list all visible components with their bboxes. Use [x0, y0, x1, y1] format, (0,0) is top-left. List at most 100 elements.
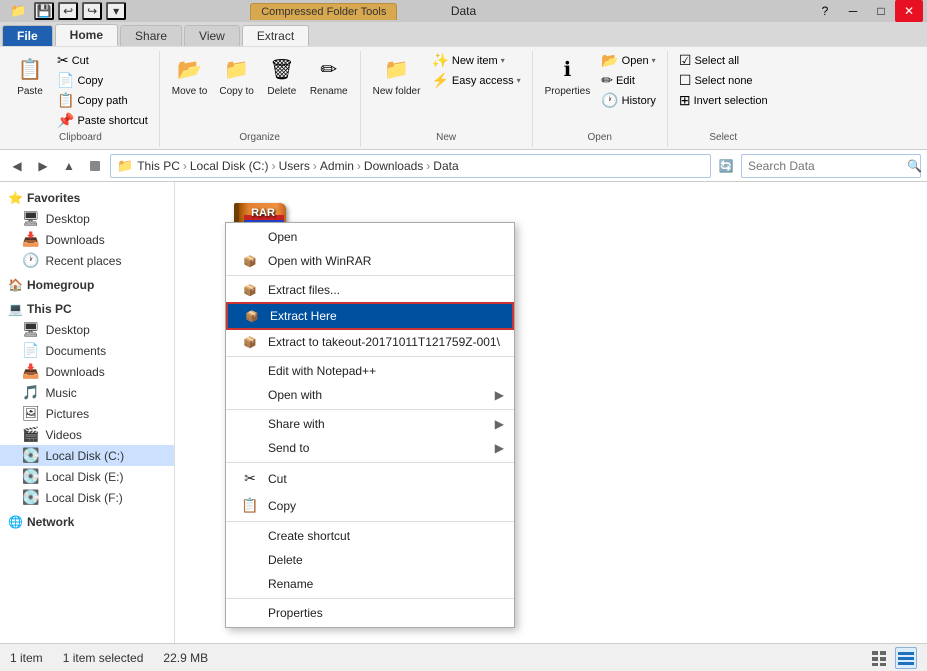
- ctx-sep-5: [226, 521, 514, 522]
- paste-shortcut-button[interactable]: 📌 Paste shortcut: [54, 111, 151, 130]
- delete-button[interactable]: 🗑 Delete: [262, 51, 302, 99]
- detail-view-button[interactable]: [895, 647, 917, 669]
- ctx-open-with-label: Open with: [268, 388, 322, 402]
- cut-icon: ✂: [57, 52, 69, 69]
- sidebar-item-local-disk-c[interactable]: 💽 Local Disk (C:): [0, 445, 174, 466]
- ctx-open-with-arrow: ▶: [495, 388, 504, 402]
- cut-label: Cut: [72, 55, 89, 67]
- open-ribbon-label: Open: [622, 55, 649, 67]
- sidebar-item-desktop-pc[interactable]: 🖥 Desktop: [0, 319, 174, 340]
- move-to-button[interactable]: 📂 Move to: [168, 51, 212, 99]
- sidebar-item-pictures[interactable]: 🖼 Pictures: [0, 403, 174, 424]
- list-view-button[interactable]: [869, 647, 891, 669]
- delete-label: Delete: [267, 86, 296, 97]
- invert-selection-button[interactable]: ⊞ Invert selection: [676, 91, 771, 110]
- ctx-rename[interactable]: Rename: [226, 572, 514, 596]
- local-disk-f-icon: 💽: [22, 489, 39, 506]
- sidebar-item-documents[interactable]: 📄 Documents: [0, 340, 174, 361]
- sidebar-item-local-disk-f[interactable]: 💽 Local Disk (F:): [0, 487, 174, 508]
- ctx-cut[interactable]: ✂ Cut: [226, 465, 514, 492]
- search-input[interactable]: [748, 159, 903, 173]
- sidebar-item-desktop-fav[interactable]: 🖥 Desktop: [0, 208, 174, 229]
- tab-extract[interactable]: Extract: [242, 25, 309, 46]
- ctx-share-with[interactable]: Share with ▶: [226, 412, 514, 436]
- sidebar-item-videos[interactable]: 🎬 Videos: [0, 424, 174, 445]
- path-sep-1: ›: [183, 159, 187, 173]
- ctx-open-winrar[interactable]: 📦 Open with WinRAR: [226, 249, 514, 273]
- forward-button[interactable]: ▶: [32, 155, 54, 177]
- properties-icon: ℹ: [551, 53, 583, 85]
- compressed-folder-tools-tab[interactable]: Compressed Folder Tools: [250, 3, 397, 20]
- sidebar-item-music[interactable]: 🎵 Music: [0, 382, 174, 403]
- ctx-sep-3: [226, 409, 514, 410]
- ctx-edit-notepad[interactable]: Edit with Notepad++: [226, 359, 514, 383]
- recent-locations-button[interactable]: [84, 155, 106, 177]
- address-path-box[interactable]: 📁 This PC › Local Disk (C:) › Users › Ad…: [110, 154, 711, 178]
- ctx-open[interactable]: Open: [226, 225, 514, 249]
- copy-to-button[interactable]: 📁 Copy to: [215, 51, 257, 99]
- this-pc-header[interactable]: 💻 This PC: [0, 299, 174, 319]
- redo-button[interactable]: ↪: [82, 2, 102, 20]
- minimize-button[interactable]: ─: [839, 0, 867, 22]
- qt-dropdown-button[interactable]: ▾: [106, 2, 126, 20]
- tab-share[interactable]: Share: [120, 25, 182, 46]
- invert-selection-label: Invert selection: [694, 95, 768, 107]
- copy-button[interactable]: 📄 Copy: [54, 71, 151, 90]
- save-button[interactable]: 💾: [34, 2, 54, 20]
- network-header[interactable]: 🌐 Network: [0, 512, 174, 532]
- new-item-icon: ✨: [431, 52, 448, 69]
- ctx-send-to[interactable]: Send to ▶: [226, 436, 514, 460]
- ctx-create-shortcut-label: Create shortcut: [268, 529, 350, 543]
- new-item-button[interactable]: ✨ New item ▾: [428, 51, 523, 70]
- ctx-open-with[interactable]: Open with ▶: [226, 383, 514, 407]
- properties-label: Properties: [545, 86, 591, 97]
- select-label: Select: [676, 132, 771, 143]
- refresh-button[interactable]: 🔄: [715, 155, 737, 177]
- homegroup-header[interactable]: 🏠 Homegroup: [0, 275, 174, 295]
- undo-button[interactable]: ↩: [58, 2, 78, 20]
- cut-button[interactable]: ✂ Cut: [54, 51, 151, 70]
- favorites-header[interactable]: ⭐ Favorites: [0, 188, 174, 208]
- clipboard-small-buttons: ✂ Cut 📄 Copy 📋 Copy path 📌: [54, 51, 151, 130]
- ribbon-tabs: File Home Share View Extract: [0, 22, 927, 46]
- tab-file[interactable]: File: [2, 25, 53, 46]
- ctx-create-shortcut[interactable]: Create shortcut: [226, 524, 514, 548]
- ctx-extract-to[interactable]: 📦 Extract to takeout-20171011T121759Z-00…: [226, 330, 514, 354]
- local-disk-c-icon: 💽: [22, 447, 39, 464]
- copy-path-button[interactable]: 📋 Copy path: [54, 91, 151, 110]
- ctx-delete[interactable]: Delete: [226, 548, 514, 572]
- back-button[interactable]: ◀: [6, 155, 28, 177]
- help-button[interactable]: ?: [811, 0, 839, 22]
- history-button[interactable]: 🕐 History: [598, 91, 659, 110]
- network-icon: 🌐: [8, 515, 23, 529]
- search-box[interactable]: 🔍: [741, 154, 921, 178]
- maximize-button[interactable]: □: [867, 0, 895, 22]
- properties-button[interactable]: ℹ Properties: [541, 51, 595, 99]
- sidebar-item-recent-places[interactable]: 🕐 Recent places: [0, 250, 174, 271]
- select-all-label: Select all: [694, 55, 739, 67]
- open-ribbon-button[interactable]: 📂 Open ▾: [598, 51, 659, 70]
- rename-button[interactable]: ✏ Rename: [306, 51, 352, 99]
- select-all-button[interactable]: ☑ Select all: [676, 51, 771, 70]
- sidebar-item-downloads-fav[interactable]: 📥 Downloads: [0, 229, 174, 250]
- tab-view[interactable]: View: [184, 25, 240, 46]
- ctx-extract-here[interactable]: 📦 Extract Here: [226, 302, 514, 330]
- select-buttons: ☑ Select all ☐ Select none ⊞ Invert sele…: [676, 51, 771, 110]
- paste-button[interactable]: 📋 Paste: [10, 51, 50, 99]
- new-folder-button[interactable]: 📁 New folder: [369, 51, 425, 99]
- ctx-extract-files[interactable]: 📦 Extract files...: [226, 278, 514, 302]
- ctx-send-to-label: Send to: [268, 441, 309, 455]
- tab-home[interactable]: Home: [55, 24, 118, 46]
- ctx-properties[interactable]: Properties: [226, 601, 514, 625]
- ctx-copy[interactable]: 📋 Copy: [226, 492, 514, 519]
- easy-access-button[interactable]: ⚡ Easy access ▾: [428, 71, 523, 90]
- downloads-fav-icon: 📥: [22, 231, 39, 248]
- window: 📁 💾 ↩ ↪ ▾ Compressed Folder Tools Data ?…: [0, 0, 927, 671]
- sidebar-item-local-disk-e[interactable]: 💽 Local Disk (E:): [0, 466, 174, 487]
- edit-button[interactable]: ✏ Edit: [598, 71, 659, 90]
- select-none-button[interactable]: ☐ Select none: [676, 71, 771, 90]
- sidebar-item-downloads-pc[interactable]: 📥 Downloads: [0, 361, 174, 382]
- close-button[interactable]: ✕: [895, 0, 923, 22]
- new-item-label: New item: [452, 55, 498, 67]
- up-button[interactable]: ▲: [58, 155, 80, 177]
